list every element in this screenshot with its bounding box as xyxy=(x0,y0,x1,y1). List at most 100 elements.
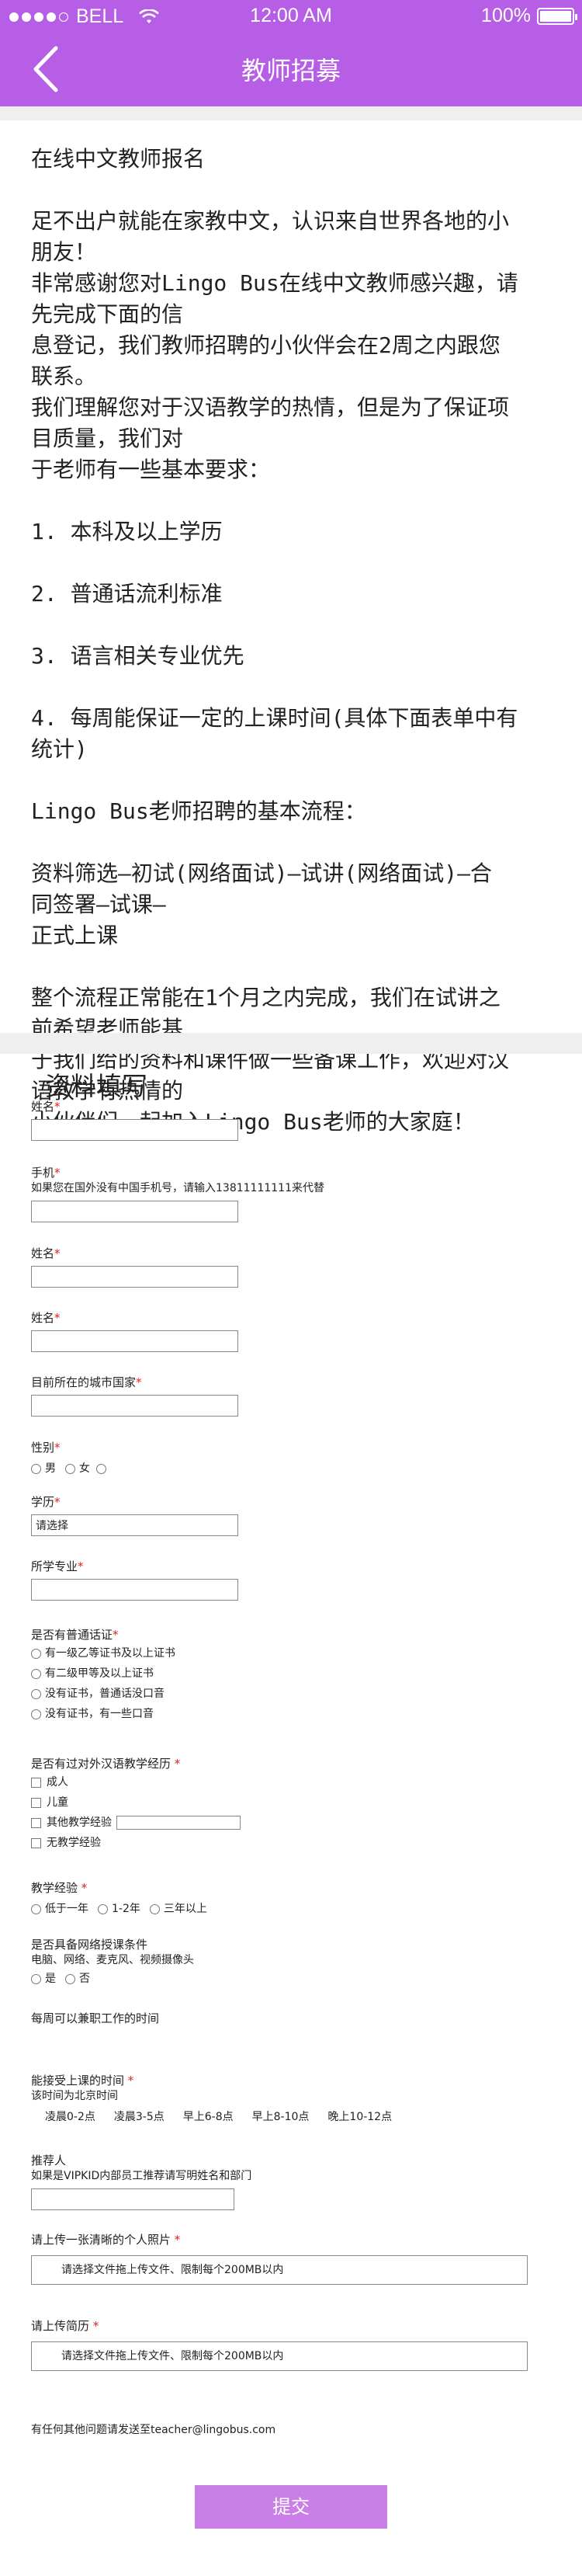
experience-option[interactable]: 儿童 xyxy=(31,1794,241,1811)
process-title: Lingo Bus老师招聘的基本流程： xyxy=(31,798,366,824)
experience-field-group: 是否有过对外汉语教学经历 * 成人 儿童 其他教学经验 无教学经验 xyxy=(31,1756,241,1851)
required-mark: * xyxy=(54,1441,61,1455)
gender-option-male[interactable]: 男 xyxy=(31,1460,56,1477)
photo-label: 请上传一张清晰的个人照片 xyxy=(31,2233,171,2247)
education-field-group: 学历* 请选择 xyxy=(31,1494,238,1536)
radio-icon xyxy=(31,1648,41,1659)
mandarin-field-group: 是否有普通话证* 有一级乙等证书及以上证书 有二级甲等及以上证书 没有证书，普通… xyxy=(31,1627,175,1723)
requirement-2: 2. 普通话流利标准 xyxy=(31,581,223,607)
years-option[interactable]: 1-2年 xyxy=(98,1900,140,1917)
gender-label: 性别 xyxy=(31,1441,55,1455)
gender-option-female[interactable]: 女 xyxy=(65,1460,110,1477)
name-label: 姓名 xyxy=(31,1100,55,1114)
name-label-2: 姓名 xyxy=(31,1246,55,1260)
intro-paragraph: 足不出户就能在家教中文，认识来自世界各地的小 朋友！ 非常感谢您对Lingo B… xyxy=(31,208,518,482)
parttime-label: 每周可以兼职工作的时间 xyxy=(31,2011,160,2025)
registration-form: 资料填写 姓名* 手机* 如果您在国外没有中国手机号，请输入1381111111… xyxy=(0,1054,582,2576)
equipment-label: 是否具备网络授课条件 xyxy=(31,1938,148,1952)
radio-icon xyxy=(98,1903,108,1914)
radio-icon xyxy=(65,1973,75,1984)
years-option[interactable]: 三年以上 xyxy=(149,1900,207,1917)
nav-bar: 教师招募 xyxy=(0,33,582,106)
major-label: 所学专业 xyxy=(31,1559,78,1573)
resume-field-group: 请上传简历 * 请选择文件拖上传文件、限制每个200MB以内 xyxy=(31,2318,528,2371)
mandarin-option[interactable]: 没有证书，普通话没口音 xyxy=(31,1685,175,1702)
gender-field-group: 性别* 男 女 xyxy=(31,1440,110,1477)
battery-percent: 100% xyxy=(481,5,531,26)
name-input-2[interactable] xyxy=(31,1266,238,1288)
major-input[interactable] xyxy=(31,1579,238,1601)
equipment-option-no[interactable]: 否 xyxy=(65,1970,90,1987)
process-steps: 资料筛选—初试(网络面试)—试讲(网络面试)—合 同签署—试课— 正式上课 xyxy=(31,860,493,948)
equipment-option-yes[interactable]: 是 xyxy=(31,1970,56,1987)
battery-icon xyxy=(537,7,577,25)
resume-upload-area[interactable]: 请选择文件拖上传文件、限制每个200MB以内 xyxy=(31,2341,528,2371)
radio-icon xyxy=(96,1463,106,1474)
form-title: 资料填写 xyxy=(45,1071,147,1101)
checkbox-icon xyxy=(31,1777,41,1788)
phone-field-group: 手机* 如果您在国外没有中国手机号，请输入13811111111来代替 xyxy=(31,1165,324,1222)
experience-option[interactable]: 成人 xyxy=(31,1774,241,1791)
radio-icon xyxy=(31,1973,41,1984)
other-experience-input[interactable] xyxy=(116,1816,241,1830)
experience-option[interactable]: 其他教学经验 xyxy=(31,1814,112,1831)
mandarin-option[interactable]: 没有证书，有一些口音 xyxy=(31,1705,175,1723)
classtime-hint: 该时间为北京时间 xyxy=(31,2090,118,2102)
city-input[interactable] xyxy=(31,1395,238,1417)
referrer-label: 推荐人 xyxy=(31,2154,67,2168)
radio-icon xyxy=(149,1903,160,1914)
classtime-label: 能接受上课的时间 xyxy=(31,2074,125,2088)
experience-option[interactable]: 无教学经验 xyxy=(31,1834,241,1851)
radio-icon xyxy=(31,1463,41,1474)
required-mark: * xyxy=(127,2074,134,2088)
contact-note: 有任何其他问题请发送至teacher@lingobus.com xyxy=(31,2422,275,2438)
radio-icon xyxy=(65,1463,75,1474)
contact-text: 有任何其他问题请发送至teacher@lingobus.com xyxy=(31,2424,276,2436)
radio-icon xyxy=(31,1668,41,1679)
section-divider xyxy=(0,106,582,120)
education-select[interactable]: 请选择 xyxy=(31,1514,238,1536)
mandarin-option[interactable]: 有二级甲等及以上证书 xyxy=(31,1665,175,1682)
name-input[interactable] xyxy=(31,1119,238,1141)
required-mark: * xyxy=(78,1559,84,1573)
required-mark: * xyxy=(54,1495,61,1509)
city-field-group: 目前所在的城市国家* xyxy=(31,1375,238,1417)
name-field-group-2: 姓名* xyxy=(31,1246,238,1288)
checkbox-icon xyxy=(31,1817,41,1828)
years-label: 教学经验 xyxy=(31,1881,78,1895)
requirement-4: 4. 每周能保证一定的上课时间(具体下面表单中有 统计) xyxy=(31,705,518,762)
name-input-3[interactable] xyxy=(31,1330,238,1352)
equipment-hint: 电脑、网络、麦克风、视频摄像头 xyxy=(31,1954,194,1966)
checkbox-icon xyxy=(31,1797,41,1808)
experience-label: 是否有过对外汉语教学经历 xyxy=(31,1757,171,1771)
city-label: 目前所在的城市国家 xyxy=(31,1375,137,1389)
radio-icon xyxy=(31,1709,41,1719)
time-option[interactable]: 凌晨3-5点 xyxy=(114,2108,165,2126)
radio-icon xyxy=(31,1903,41,1914)
requirement-1: 1. 本科及以上学历 xyxy=(31,519,223,544)
requirement-3: 3. 语言相关专业优先 xyxy=(31,643,244,669)
mandarin-option[interactable]: 有一级乙等证书及以上证书 xyxy=(31,1645,175,1662)
required-mark: * xyxy=(54,1100,61,1114)
radio-icon xyxy=(31,1688,41,1699)
major-field-group: 所学专业* xyxy=(31,1559,238,1601)
parttime-field-group: 每周可以兼职工作的时间 xyxy=(31,2011,159,2026)
time-option[interactable]: 早上8-10点 xyxy=(252,2108,310,2126)
required-mark: * xyxy=(92,2319,99,2333)
referrer-input[interactable] xyxy=(31,2188,234,2210)
required-mark: * xyxy=(136,1375,142,1389)
photo-upload-area[interactable]: 请选择文件拖上传文件、限制每个200MB以内 xyxy=(31,2255,528,2285)
status-bar: BELL 12:00 AM 100% xyxy=(0,0,582,33)
referrer-field-group: 推荐人 如果是VIPKID内部员工推荐请写明姓名和部门 xyxy=(31,2153,251,2210)
required-mark: * xyxy=(174,1757,181,1771)
time-option[interactable]: 凌晨0-2点 xyxy=(45,2108,95,2126)
time-option[interactable]: 早上6-8点 xyxy=(183,2108,234,2126)
phone-label: 手机 xyxy=(31,1166,55,1180)
phone-input[interactable] xyxy=(31,1201,238,1222)
submit-button[interactable]: 提交 xyxy=(195,2485,387,2529)
years-option[interactable]: 低于一年 xyxy=(31,1900,88,1917)
required-mark: * xyxy=(54,1311,61,1325)
time-option[interactable]: 晚上10-12点 xyxy=(327,2108,392,2126)
name-label-3: 姓名 xyxy=(31,1311,55,1325)
intro-heading: 在线中文教师报名 xyxy=(31,146,206,172)
